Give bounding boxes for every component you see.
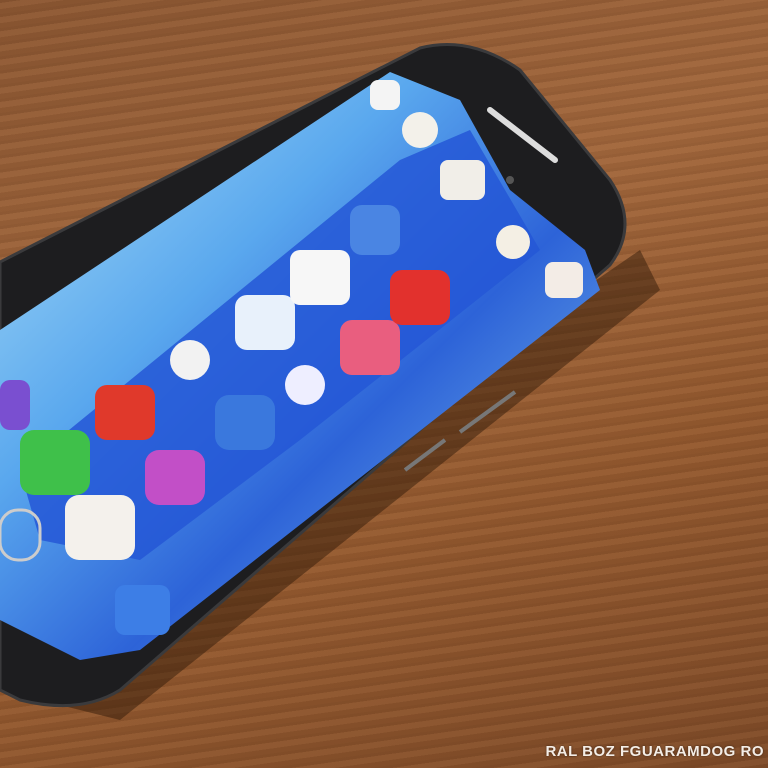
app-icon[interactable] xyxy=(65,495,135,560)
app-icon[interactable] xyxy=(290,250,350,305)
front-camera xyxy=(506,176,514,184)
app-icon[interactable] xyxy=(340,320,400,375)
app-icon[interactable] xyxy=(235,295,295,350)
app-icon[interactable] xyxy=(390,270,450,325)
app-icon[interactable] xyxy=(95,385,155,440)
app-icon[interactable] xyxy=(370,80,400,110)
phone-photo xyxy=(0,42,660,720)
watermark: RAL BOZ FGUARAMDOG RO xyxy=(545,743,764,760)
app-icon[interactable] xyxy=(402,112,438,148)
app-icon[interactable] xyxy=(545,262,583,298)
app-icon[interactable] xyxy=(440,160,485,200)
app-icon[interactable] xyxy=(145,450,205,505)
app-icon[interactable] xyxy=(115,585,170,635)
app-icon[interactable] xyxy=(215,395,275,450)
app-icon[interactable] xyxy=(170,340,210,380)
app-icon[interactable] xyxy=(20,430,90,495)
app-icon[interactable] xyxy=(0,380,30,430)
app-icon[interactable] xyxy=(285,365,325,405)
app-icon[interactable] xyxy=(496,225,530,259)
app-icon[interactable] xyxy=(350,205,400,255)
